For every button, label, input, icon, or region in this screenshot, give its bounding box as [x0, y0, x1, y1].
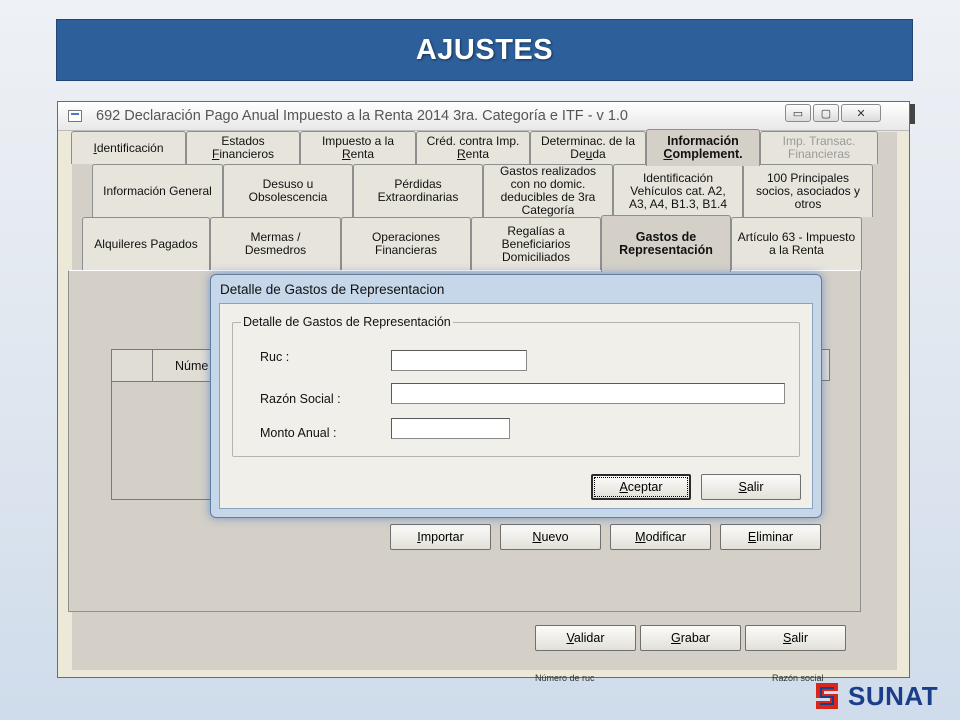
edge-mark	[910, 104, 915, 124]
tab-identificacion[interactable]: Identificación	[71, 131, 186, 164]
validar-button[interactable]: Validar	[535, 625, 636, 651]
tab-articulo-63[interactable]: Artículo 63 - Impuesto a la Renta	[731, 217, 862, 270]
table-header-numero[interactable]: Núme	[153, 350, 217, 382]
tab-cred-contra-imp-renta[interactable]: Créd. contra Imp. Renta	[416, 131, 530, 164]
slide-title-banner: AJUSTES	[56, 19, 913, 81]
modificar-button[interactable]: Modificar	[610, 524, 711, 550]
tab-identificacion-vehiculos[interactable]: Identificación Vehículos cat. A2, A3, A4…	[613, 164, 743, 217]
tab-gastos-no-domic[interactable]: Gastos realizados con no domic. deducibl…	[483, 164, 613, 217]
ruc-label: Ruc :	[260, 350, 290, 364]
tab-determinac-deuda[interactable]: Determinac. de la Deuda	[530, 131, 646, 164]
dialog-body: Detalle de Gastos de Representación Ruc …	[219, 303, 813, 509]
tab-regalias-beneficiarios[interactable]: Regalías a Beneficiarios Domiciliados	[471, 217, 601, 270]
eliminar-button[interactable]: Eliminar	[720, 524, 821, 550]
nuevo-button[interactable]: Nuevo	[500, 524, 601, 550]
aceptar-button[interactable]: Aceptar	[591, 474, 691, 500]
dialog-title[interactable]: Detalle de Gastos de Representacion	[220, 282, 444, 297]
tab-informacion-general[interactable]: Información General	[92, 164, 223, 217]
salir-button[interactable]: Salir	[745, 625, 846, 651]
ruc-input[interactable]	[391, 350, 527, 371]
tab-imp-transac-financieras: Imp. Transac. Financieras	[760, 131, 878, 164]
razon-social-input[interactable]	[391, 383, 785, 404]
sunat-emblem-icon	[816, 683, 838, 709]
close-icon[interactable]: ✕	[841, 104, 881, 122]
monto-anual-label: Monto Anual :	[260, 426, 337, 440]
razon-social-label: Razón Social :	[260, 392, 341, 406]
background-label-ruc: Número de ruc	[535, 673, 595, 683]
minimize-icon[interactable]: ▭	[785, 104, 811, 122]
table-corner-header	[112, 350, 153, 382]
tab-estados-financieros[interactable]: Estados Financieros	[186, 131, 300, 164]
window-titlebar[interactable]: 692 Declaración Pago Anual Impuesto a la…	[58, 102, 909, 131]
tab-desuso-obsolescencia[interactable]: Desuso u Obsolescencia	[223, 164, 353, 217]
fieldset-legend: Detalle de Gastos de Representación	[241, 315, 453, 329]
sunat-wordmark: SUNAT	[848, 680, 939, 711]
tab-perdidas-extraordinarias[interactable]: Pérdidas Extraordinarias	[353, 164, 483, 217]
monto-anual-input[interactable]	[391, 418, 510, 439]
app-icon	[68, 110, 82, 122]
window-title: 692 Declaración Pago Anual Impuesto a la…	[96, 108, 628, 124]
tab-mermas-desmedros[interactable]: Mermas / Desmedros	[210, 217, 341, 270]
grabar-button[interactable]: Grabar	[640, 625, 741, 651]
dialog-salir-button[interactable]: Salir	[701, 474, 801, 500]
records-table[interactable]: Núme	[111, 349, 217, 500]
tab-100-principales-socios[interactable]: 100 Principales socios, asociados y otro…	[743, 164, 873, 217]
detalle-fieldset: Detalle de Gastos de Representación Ruc …	[232, 315, 800, 457]
tab-gastos-representacion[interactable]: Gastos de Representación	[601, 215, 731, 272]
tab-alquileres-pagados[interactable]: Alquileres Pagados	[82, 217, 210, 270]
sunat-logo: SUNAT	[810, 679, 938, 713]
maximize-icon[interactable]: ▢	[813, 104, 839, 122]
importar-button[interactable]: Importar	[390, 524, 491, 550]
tab-operaciones-financieras[interactable]: Operaciones Financieras	[341, 217, 471, 270]
tab-informacion-complement[interactable]: Información Complement.	[646, 129, 760, 166]
slide-title: AJUSTES	[415, 33, 554, 66]
detalle-gastos-dialog: Detalle de Gastos de Representacion Deta…	[210, 274, 822, 518]
tab-impuesto-renta[interactable]: Impuesto a la Renta	[300, 131, 416, 164]
